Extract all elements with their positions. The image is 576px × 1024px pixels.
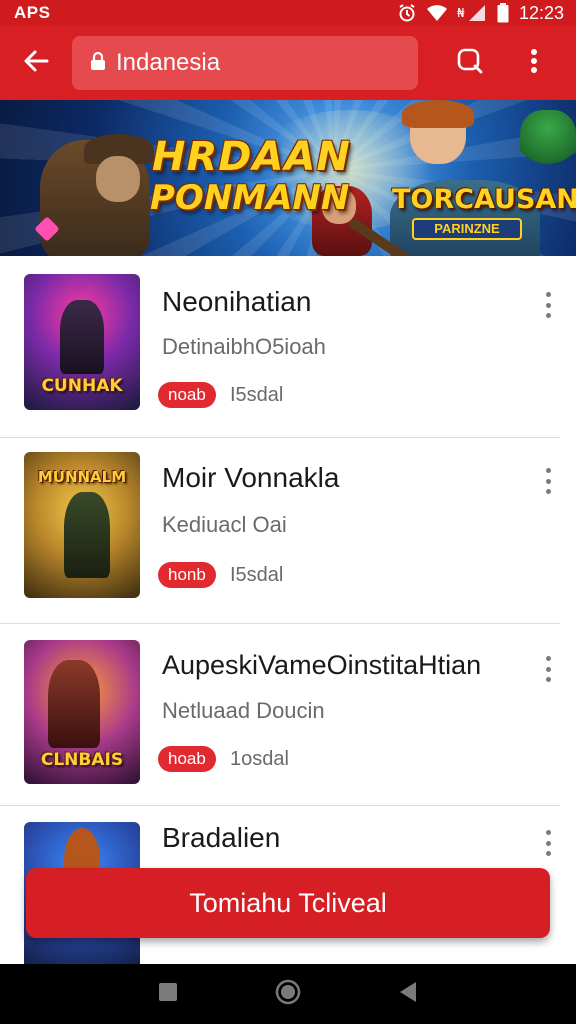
alarm-icon bbox=[397, 3, 417, 23]
game-meta: I5sdal bbox=[230, 384, 284, 406]
status-carrier-text: APS bbox=[14, 3, 51, 22]
list-item[interactable]: CUNHAK Neonihatian DetinaibhO5ioah noab … bbox=[0, 256, 560, 438]
list-item[interactable]: CLNBAIS AupeskiVameOinstitaHtian Netluaa… bbox=[0, 624, 560, 806]
overflow-menu-button[interactable] bbox=[504, 26, 564, 100]
battery-icon bbox=[497, 3, 509, 23]
recents-square-icon[interactable] bbox=[158, 982, 178, 1007]
game-tag-badge: hoab bbox=[158, 746, 216, 772]
game-tag-badge: honb bbox=[158, 562, 216, 588]
game-thumbnail: CLNBAIS bbox=[24, 640, 140, 784]
banner-character-face bbox=[96, 156, 140, 202]
primary-cta-button[interactable]: Tomiahu Tcliveal bbox=[26, 868, 550, 938]
thumbnail-character bbox=[48, 660, 100, 748]
svg-text:₦: ₦ bbox=[457, 6, 465, 20]
item-more-button[interactable] bbox=[536, 828, 560, 858]
game-title: Moir Vonnakla bbox=[162, 462, 340, 493]
thumbnail-title: MUNNALM bbox=[37, 468, 127, 486]
item-more-button[interactable] bbox=[536, 466, 560, 496]
game-meta: I5sdal bbox=[230, 564, 284, 586]
search-field[interactable]: Indanesia bbox=[72, 36, 418, 90]
banner-character-right-hair bbox=[402, 100, 474, 128]
game-title: Neonihatian bbox=[162, 286, 312, 317]
banner-palm bbox=[520, 110, 576, 170]
game-tag-badge: noab bbox=[158, 382, 216, 408]
app-bar: Indanesia bbox=[0, 26, 576, 100]
game-meta: 1osdal bbox=[230, 748, 289, 770]
lock-icon bbox=[90, 51, 106, 76]
banner-badge-sub: PARINZNE bbox=[412, 218, 522, 240]
game-thumbnail: CUNHAK bbox=[24, 274, 140, 410]
status-icons: ₦ 12:23 bbox=[397, 3, 564, 24]
thumbnail-title: CLNBAIS bbox=[40, 750, 124, 770]
search-button[interactable] bbox=[436, 26, 504, 100]
back-button[interactable] bbox=[0, 26, 72, 100]
game-thumbnail: MUNNALM bbox=[24, 452, 140, 598]
item-more-button[interactable] bbox=[536, 654, 560, 684]
thumbnail-character bbox=[60, 300, 104, 374]
game-title: Bradalien bbox=[162, 822, 281, 853]
banner-title-line2: PONMANN bbox=[150, 178, 350, 218]
app-screen: APS ₦ 12:23 Indanesia HRDAAN PONMANN TOR… bbox=[0, 0, 576, 1024]
wifi-icon bbox=[426, 4, 447, 22]
list-item[interactable]: MUNNALM Moir Vonnakla Kediuacl Oai honb … bbox=[0, 438, 560, 624]
more-vert-icon bbox=[530, 48, 538, 79]
search-field-text: Indanesia bbox=[116, 49, 221, 76]
arrow-left-icon bbox=[23, 49, 49, 78]
signal-icon: ₦ bbox=[457, 4, 487, 22]
game-subtitle: DetinaibhO5ioah bbox=[162, 334, 326, 359]
game-title: AupeskiVameOinstitaHtian bbox=[162, 650, 482, 680]
banner-badge-title: TORCAUSAN bbox=[392, 184, 576, 215]
back-triangle-icon[interactable] bbox=[398, 981, 418, 1008]
search-icon bbox=[456, 47, 484, 80]
game-subtitle: Netluaad Doucin bbox=[162, 698, 325, 723]
status-bar: APS ₦ 12:23 bbox=[0, 0, 576, 26]
system-nav-bar bbox=[0, 964, 576, 1024]
thumbnail-title: CUNHAK bbox=[41, 376, 123, 396]
banner-title-line1: HRDAAN bbox=[152, 134, 351, 180]
item-more-button[interactable] bbox=[536, 290, 560, 320]
game-subtitle: Kediuacl Oai bbox=[162, 512, 287, 537]
promo-banner[interactable]: HRDAAN PONMANN TORCAUSAN PARINZNE bbox=[0, 100, 576, 256]
thumbnail-character bbox=[64, 492, 110, 578]
home-circle-icon[interactable] bbox=[275, 979, 301, 1010]
status-time: 12:23 bbox=[518, 2, 564, 23]
